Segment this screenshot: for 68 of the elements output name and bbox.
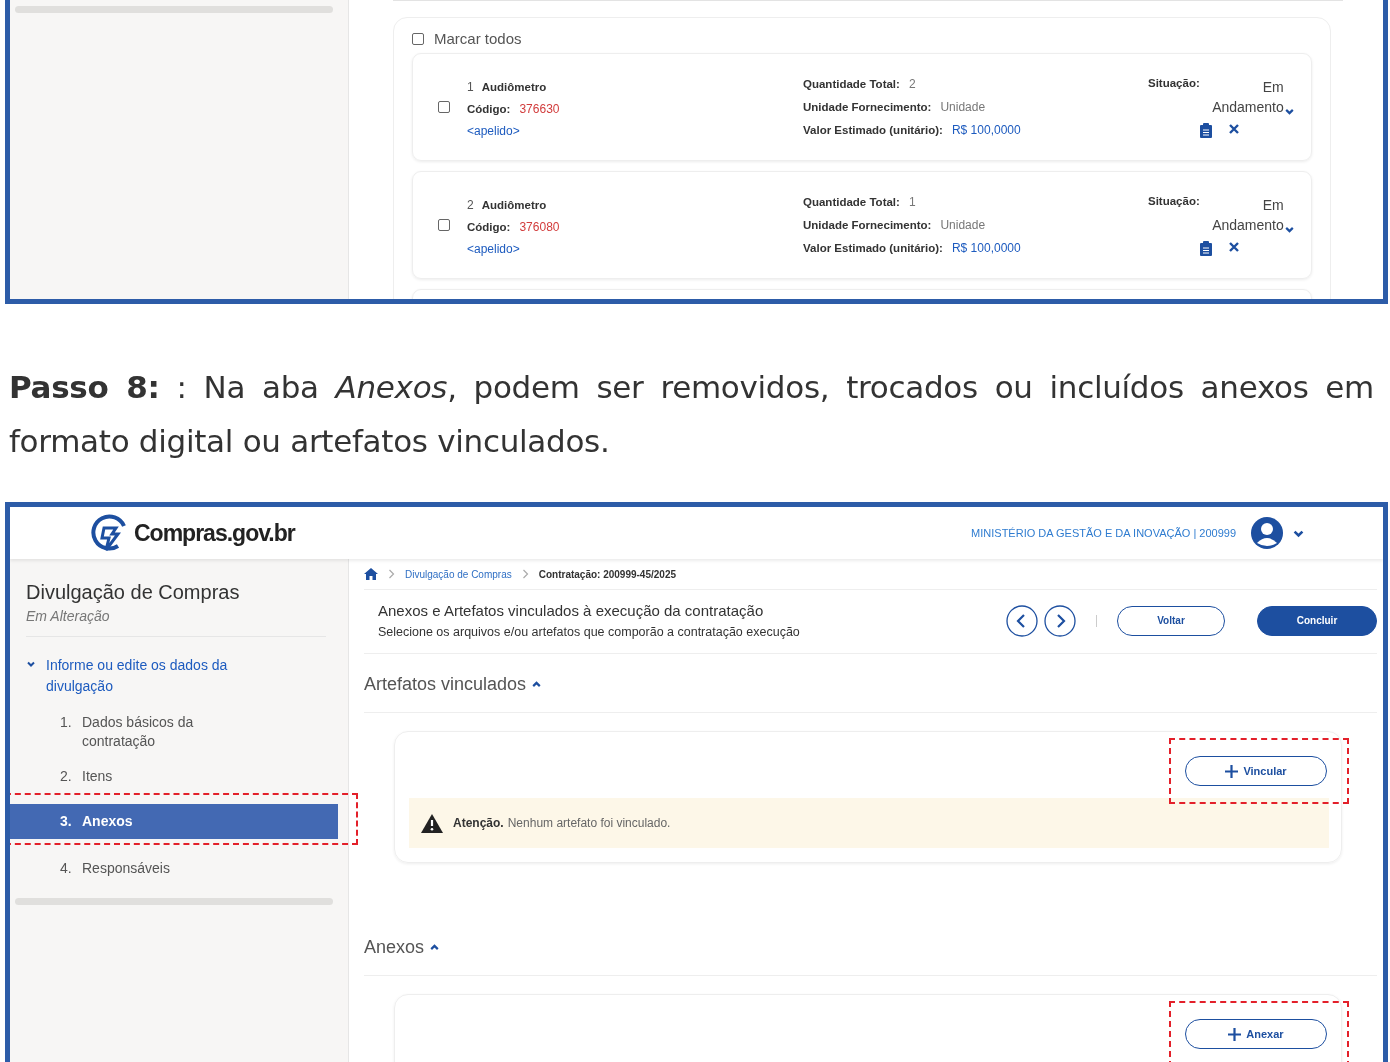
- section-title: Anexos: [364, 936, 425, 958]
- unit-value: Unidade: [940, 100, 986, 114]
- clipboard-icon[interactable]: [1200, 240, 1212, 256]
- item-number: 2: [467, 198, 474, 212]
- scrollbar[interactable]: [15, 6, 333, 13]
- select-all-label: Marcar todos: [434, 30, 522, 47]
- page-title: Anexos e Artefatos vinculados à execução da contratação: [378, 602, 765, 619]
- sidebar-subtitle: Em Alteração: [26, 608, 326, 637]
- item-name: Audiômetro: [481, 81, 547, 93]
- field-label: Unidade Fornecimento:: [803, 101, 932, 113]
- field-label: Código:: [467, 103, 511, 115]
- estimated-value: R$ 100,0000: [951, 123, 1021, 137]
- scrollbar[interactable]: [15, 898, 333, 905]
- quantity-value: 2: [908, 77, 916, 91]
- next-icon[interactable]: [1044, 604, 1076, 637]
- sidebar-step[interactable]: 2. Itens: [10, 759, 348, 794]
- chevron-icon[interactable]: [26, 659, 36, 669]
- unit-value: Unidade: [940, 218, 986, 232]
- sidebar-step[interactable]: 3. Anexos: [10, 804, 338, 839]
- alert-message: Nenhum artefato foi vinculado.: [507, 816, 671, 830]
- organization-label: MINISTÉRIO DA GESTÃO E DA INOVAÇÃO | 200999: [971, 527, 1236, 539]
- checkbox[interactable]: [412, 32, 424, 45]
- nickname-link[interactable]: <apelido>: [467, 124, 520, 138]
- back-button[interactable]: Voltar: [1117, 605, 1225, 636]
- finish-button[interactable]: Concluir: [1257, 605, 1377, 636]
- chevron-right-icon: [388, 569, 395, 579]
- field-label: Situação:: [1148, 194, 1200, 207]
- add-button[interactable]: Vincular: [1185, 756, 1327, 786]
- field-label: Código:: [467, 221, 511, 233]
- close-icon[interactable]: [1228, 240, 1240, 253]
- logo-text: Compras.gov.br: [134, 519, 295, 547]
- previous-icon[interactable]: [1006, 604, 1038, 637]
- field-label: Situação:: [1148, 76, 1200, 89]
- field-label: Quantidade Total:: [803, 78, 900, 90]
- breadcrumb-item: Contratação: 200999-45/2025: [538, 568, 677, 580]
- section-title: Artefatos vinculados: [364, 673, 527, 695]
- item-code: 376630: [519, 102, 560, 116]
- alert-title: Atenção.: [453, 816, 504, 830]
- plus-icon: [1225, 764, 1239, 778]
- item-name: Audiômetro: [481, 199, 547, 211]
- item-code: 376080: [519, 220, 560, 234]
- sidebar-step[interactable]: 1. Dados básicos da contratação: [10, 705, 348, 759]
- instruction-paragraph: Passo 8: : Na aba Anexos, podem ser removidos, trocados ou incluídos anexos em formato digital ou artefatos vinculados.: [9, 368, 1374, 461]
- estimated-value: R$ 100,0000: [951, 241, 1021, 255]
- quantity-value: 1: [908, 195, 916, 209]
- field-label: Valor Estimado (unitário):: [803, 242, 943, 254]
- field-label: Valor Estimado (unitário):: [803, 124, 943, 136]
- chevron-right-icon: [521, 569, 529, 579]
- warning-icon: [421, 813, 443, 833]
- clipboard-icon[interactable]: [1200, 122, 1212, 138]
- checkbox[interactable]: [438, 101, 450, 113]
- add-button[interactable]: Anexar: [1185, 1019, 1327, 1049]
- item-number: 1: [467, 80, 474, 94]
- nickname-link[interactable]: <apelido>: [467, 242, 520, 256]
- status-value: Em Andamento: [1211, 195, 1284, 235]
- sidebar-step[interactable]: 4. Responsáveis: [10, 851, 348, 886]
- breadcrumb-item[interactable]: Divulgação de Compras: [405, 568, 512, 580]
- avatar-icon[interactable]: [1250, 516, 1284, 550]
- sidebar-section-link[interactable]: Informe ou edite os dados da divulgação: [46, 655, 266, 697]
- field-label: Quantidade Total:: [803, 196, 900, 208]
- home-icon[interactable]: [364, 568, 378, 580]
- sidebar-title: Divulgação de Compras: [26, 581, 241, 604]
- page-subtitle: Selecione os arquivos e/ou artefatos que comporão a contratação execução: [378, 625, 801, 639]
- status-value: Em Andamento: [1211, 77, 1284, 117]
- checkbox[interactable]: [438, 219, 450, 231]
- field-label: Unidade Fornecimento:: [803, 219, 932, 231]
- close-icon[interactable]: [1228, 122, 1240, 135]
- plus-icon: [1228, 1027, 1242, 1041]
